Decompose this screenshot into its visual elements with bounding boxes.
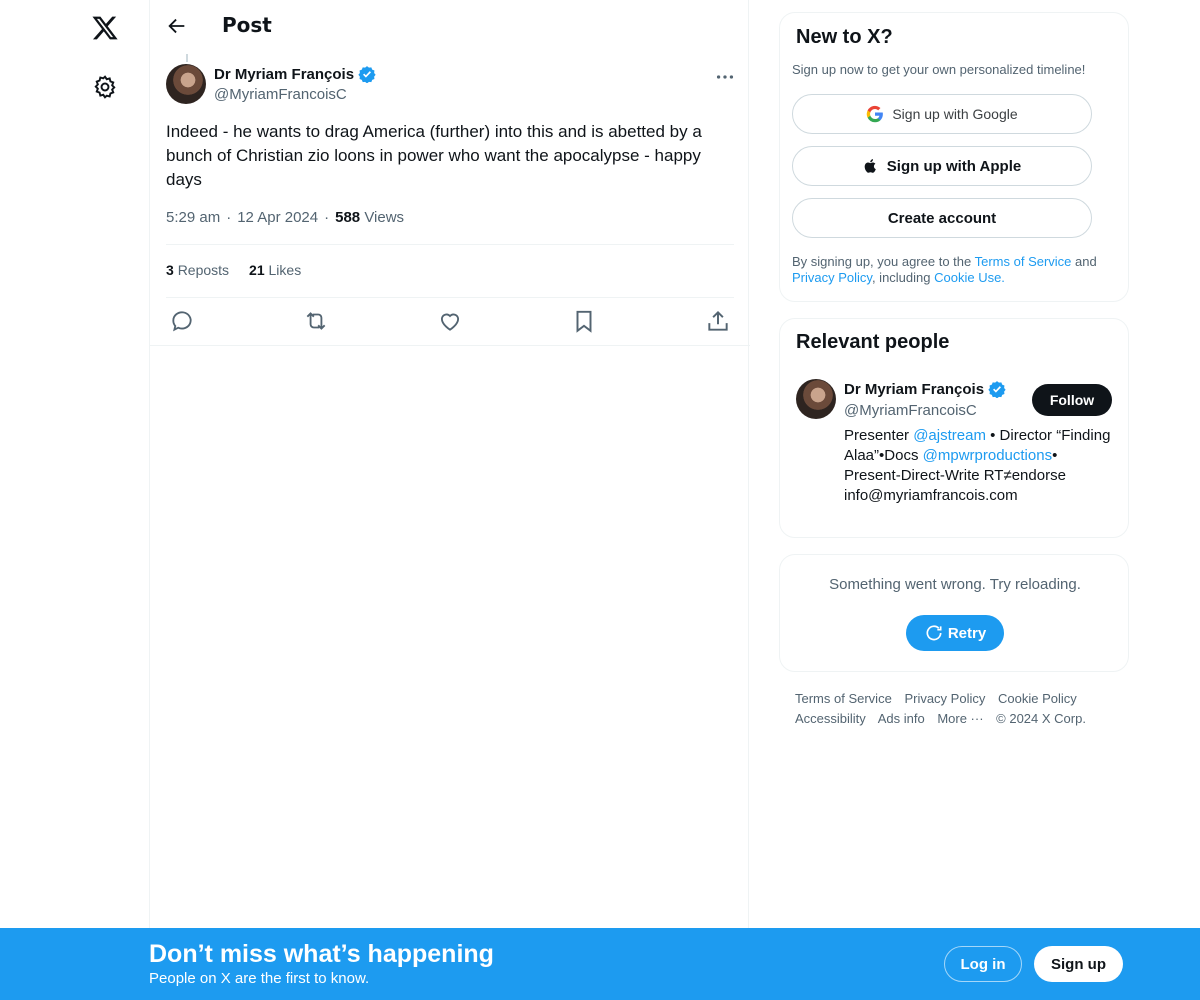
verified-badge-icon	[358, 66, 376, 83]
relevant-people-card: Relevant people Dr Myriam François @Myri…	[779, 318, 1129, 538]
likes-label: Likes	[268, 262, 302, 278]
author-name-row: Dr Myriam François	[214, 65, 376, 83]
signup-google-button[interactable]: Sign up with Google	[792, 94, 1092, 134]
follow-button[interactable]: Follow	[1032, 384, 1112, 416]
post-time[interactable]: 5:29 am	[166, 209, 220, 226]
reposts-stat[interactable]: 3 Reposts	[166, 262, 229, 278]
person-name[interactable]: Dr Myriam François	[844, 381, 984, 398]
page-header: Post	[150, 0, 748, 54]
thread-connector	[186, 54, 188, 62]
create-account-label: Create account	[887, 209, 997, 227]
signup-banner: Don’t miss what’s happening People on X …	[0, 928, 1200, 1000]
terms-including: , including	[871, 270, 935, 285]
privacy-policy-link[interactable]: Privacy Policy	[792, 270, 872, 285]
relevant-people-title: Relevant people	[796, 331, 950, 353]
post-date[interactable]: 12 Apr 2024	[237, 209, 318, 226]
person-bio: Presenter @ajstream • Director “Finding …	[844, 426, 1114, 506]
views-label: Views	[364, 209, 405, 226]
divider	[150, 345, 750, 346]
refresh-icon	[926, 625, 942, 641]
main-column: Post Dr Myriam François @MyriamFrancoisC…	[149, 0, 750, 1000]
terms-of-service-link[interactable]: Terms of Service	[975, 254, 1072, 269]
settings-gear-icon[interactable]	[92, 74, 118, 100]
left-nav	[0, 0, 150, 1000]
terms-and: and	[1071, 254, 1097, 269]
signup-google-label: Sign up with Google	[892, 106, 1018, 122]
views-count: 588	[335, 209, 361, 226]
x-logo-icon[interactable]	[91, 14, 119, 42]
post-actions	[166, 308, 736, 334]
post-views: 588 Views	[335, 209, 404, 226]
reposts-count: 3	[166, 262, 174, 278]
divider	[166, 244, 734, 245]
likes-count: 21	[249, 262, 265, 278]
signup-card: New to X? Sign up now to get your own pe…	[779, 12, 1129, 302]
footer-links: Terms of Service Privacy Policy Cookie P…	[795, 689, 1125, 729]
apple-icon	[864, 159, 876, 173]
error-message: Something went wrong. Try reloading.	[829, 576, 1081, 593]
copyright: © 2024 X Corp.	[996, 711, 1086, 726]
signup-card-subtitle: Sign up now to get your own personalized…	[792, 62, 1086, 77]
verified-badge-icon	[988, 381, 1006, 398]
meta-separator: ·	[226, 209, 232, 226]
reposts-label: Reposts	[177, 262, 230, 278]
banner-title: Don’t miss what’s happening	[149, 940, 494, 968]
banner-subtitle: People on X are the first to know.	[149, 970, 370, 987]
retry-label: Retry	[947, 624, 987, 642]
like-heart-icon[interactable]	[437, 308, 463, 334]
reply-icon[interactable]	[169, 308, 195, 334]
bookmark-icon[interactable]	[571, 308, 597, 334]
person-name-row: Dr Myriam François	[844, 380, 1006, 398]
post-text: Indeed - he wants to drag America (furth…	[166, 122, 702, 189]
footer-link[interactable]: Accessibility	[795, 711, 866, 726]
post-author: Dr Myriam François @MyriamFrancoisC	[166, 64, 736, 106]
retry-button[interactable]: Retry	[906, 615, 1004, 651]
google-icon	[867, 105, 884, 123]
more-options-icon[interactable]	[714, 66, 736, 88]
author-handle[interactable]: @MyriamFrancoisC	[214, 86, 347, 103]
bio-mention-link[interactable]: @ajstream	[913, 427, 986, 444]
likes-stat[interactable]: 21 Likes	[249, 262, 301, 278]
create-account-button[interactable]: Create account	[792, 198, 1092, 238]
footer-link[interactable]: Terms of Service	[795, 691, 892, 706]
author-name[interactable]: Dr Myriam François	[214, 66, 354, 83]
person-handle[interactable]: @MyriamFrancoisC	[844, 402, 977, 419]
back-arrow-icon[interactable]	[166, 15, 188, 37]
cookie-use-link[interactable]: Cookie Use.	[934, 270, 1005, 285]
post-stats: 3 Reposts 21 Likes	[166, 262, 301, 278]
avatar[interactable]	[166, 64, 206, 104]
signup-button[interactable]: Sign up	[1034, 946, 1123, 982]
error-card: Something went wrong. Try reloading. Ret…	[779, 554, 1129, 672]
bio-mention-link[interactable]: @mpwrproductions	[923, 447, 1052, 464]
signup-card-title: New to X?	[796, 26, 893, 48]
login-button[interactable]: Log in	[944, 946, 1022, 982]
terms-prefix: By signing up, you agree to the	[792, 254, 975, 269]
bio-text: Presenter	[844, 427, 914, 444]
share-icon[interactable]	[705, 308, 731, 334]
meta-separator: ·	[324, 209, 330, 226]
footer-link[interactable]: Ads info	[878, 711, 925, 726]
terms-text: By signing up, you agree to the Terms of…	[792, 254, 1122, 286]
avatar[interactable]	[796, 379, 836, 419]
page-title: Post	[222, 13, 272, 37]
signup-apple-label: Sign up with Apple	[886, 157, 1022, 175]
signup-apple-button[interactable]: Sign up with Apple	[792, 146, 1092, 186]
repost-icon[interactable]	[303, 308, 329, 334]
post-meta: 5:29 am · 12 Apr 2024 · 588 Views	[166, 209, 404, 226]
divider	[166, 297, 734, 298]
footer-link[interactable]: Cookie Policy	[998, 691, 1077, 706]
footer-link[interactable]: Privacy Policy	[904, 691, 985, 706]
footer-more-link[interactable]: More ···	[937, 711, 983, 726]
